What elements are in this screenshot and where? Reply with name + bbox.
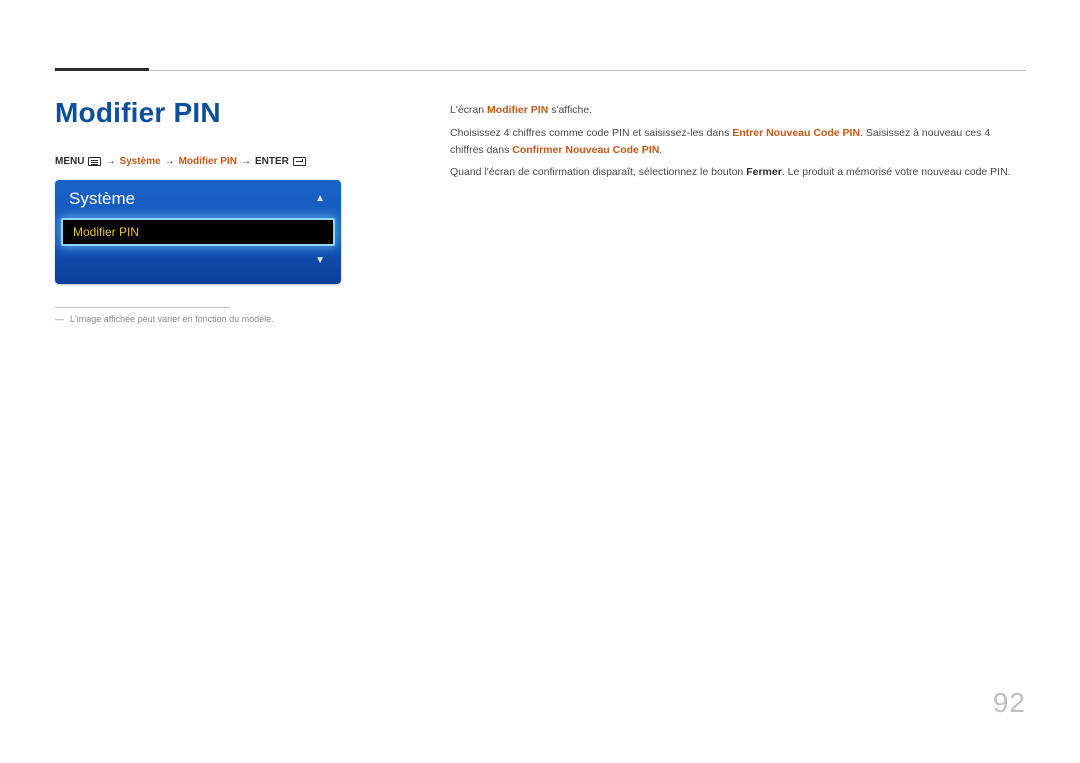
footnote-marker: ―	[55, 314, 64, 324]
highlight-entrer-nouveau-code-pin: Entrer Nouveau Code PIN	[732, 127, 860, 139]
breadcrumb-modifier-pin: Modifier PIN	[179, 156, 237, 167]
page-root: Modifier PIN MENU → Système → Modifier P…	[0, 0, 1080, 763]
body-p2: Choisissez 4 chiffres comme code PIN et …	[450, 125, 1026, 159]
body-text: L'écran Modifier PIN s'affiche. Choisiss…	[450, 102, 1026, 187]
page-title: Modifier PIN	[55, 97, 221, 129]
footnote-divider	[55, 307, 230, 308]
osd-selected-label: Modifier PIN	[73, 225, 139, 239]
osd-header: Système ▲	[55, 180, 341, 218]
enter-icon	[293, 157, 306, 166]
text: .	[659, 144, 662, 156]
body-p3: Quand l'écran de confirmation disparaît,…	[450, 164, 1026, 181]
text: Quand l'écran de confirmation disparaît,…	[450, 166, 746, 178]
header-divider	[150, 70, 1026, 71]
highlight-fermer: Fermer	[746, 166, 782, 178]
osd-panel: Système ▲ Modifier PIN ▼	[55, 180, 341, 284]
breadcrumb-systeme: Système	[119, 156, 160, 167]
footnote: ― L'image affichée peut varier en foncti…	[55, 314, 274, 324]
arrow-icon: →	[241, 156, 251, 167]
menu-icon	[88, 157, 101, 166]
arrow-icon: →	[165, 156, 175, 167]
highlight-confirmer-nouveau-code-pin: Confirmer Nouveau Code PIN	[512, 144, 659, 156]
header-accent-bar	[55, 68, 149, 71]
osd-footer: ▼	[55, 246, 341, 276]
arrow-icon: →	[105, 156, 115, 167]
osd-title: Système	[69, 189, 135, 209]
body-p1: L'écran Modifier PIN s'affiche.	[450, 102, 1026, 119]
highlight-modifier-pin: Modifier PIN	[487, 104, 548, 116]
chevron-up-icon[interactable]: ▲	[315, 194, 327, 204]
chevron-down-icon[interactable]: ▼	[315, 256, 327, 266]
text: Choisissez 4 chiffres comme code PIN et …	[450, 127, 732, 139]
text: . Le produit a mémorisé votre nouveau co…	[782, 166, 1011, 178]
page-number: 92	[993, 687, 1026, 719]
breadcrumb: MENU → Système → Modifier PIN → ENTER	[55, 156, 306, 167]
breadcrumb-enter: ENTER	[255, 156, 289, 167]
breadcrumb-menu: MENU	[55, 156, 84, 167]
footnote-text: L'image affichée peut varier en fonction…	[70, 314, 274, 324]
text: s'affiche.	[548, 104, 592, 116]
osd-selected-row[interactable]: Modifier PIN	[61, 218, 335, 246]
text: L'écran	[450, 104, 487, 116]
